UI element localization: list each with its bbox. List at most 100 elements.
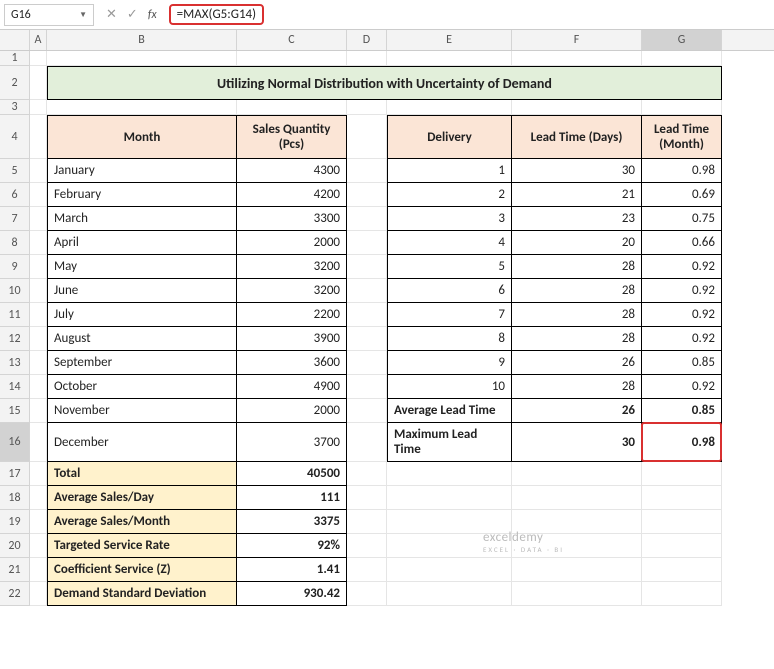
cell-qty[interactable]: 4200	[237, 183, 347, 207]
cell-delivery[interactable]: 7	[387, 303, 512, 327]
cell-leadmonth[interactable]: 0.75	[642, 207, 722, 231]
row-header[interactable]: 8	[0, 231, 30, 255]
cell-delivery[interactable]: 9	[387, 351, 512, 375]
row-header[interactable]: 15	[0, 399, 30, 423]
row-header[interactable]: 18	[0, 486, 30, 510]
enter-icon[interactable]: ✓	[127, 7, 138, 22]
cell-qty[interactable]: 4900	[237, 375, 347, 399]
cell-qty[interactable]: 4300	[237, 159, 347, 183]
cell-qty[interactable]: 2000	[237, 399, 347, 423]
cell-leadmonth[interactable]: 0.92	[642, 255, 722, 279]
cell-days[interactable]: 26	[512, 351, 642, 375]
col-header-a[interactable]: A	[30, 30, 47, 50]
summary-label[interactable]: Coefficient Service (Z)	[47, 558, 237, 582]
cell-month[interactable]: August	[47, 327, 237, 351]
cell-leadmonth[interactable]: 0.98	[642, 159, 722, 183]
cell-qty[interactable]: 3900	[237, 327, 347, 351]
col-header-f[interactable]: F	[512, 30, 642, 50]
row-header[interactable]: 22	[0, 582, 30, 606]
header-month[interactable]: Month	[47, 115, 237, 159]
cell-leadmonth[interactable]: 0.66	[642, 231, 722, 255]
row-header[interactable]: 6	[0, 183, 30, 207]
row-header[interactable]: 5	[0, 159, 30, 183]
cell-qty[interactable]: 3600	[237, 351, 347, 375]
cell-leadmonth[interactable]: 0.92	[642, 327, 722, 351]
chevron-down-icon[interactable]: ▼	[79, 10, 87, 20]
cell-qty[interactable]: 3200	[237, 255, 347, 279]
summary-label[interactable]: Targeted Service Rate	[47, 534, 237, 558]
cell-days[interactable]: 28	[512, 255, 642, 279]
cell-leadmonth[interactable]: 0.92	[642, 375, 722, 399]
cell-days[interactable]: 23	[512, 207, 642, 231]
cell-days[interactable]: 28	[512, 327, 642, 351]
cell-delivery[interactable]: 5	[387, 255, 512, 279]
cell-qty[interactable]: 3700	[237, 423, 347, 462]
cell-delivery[interactable]: 10	[387, 375, 512, 399]
max-lead-days[interactable]: 30	[512, 423, 642, 462]
formula-input[interactable]: =MAX(G5:G14)	[169, 7, 264, 22]
cell-delivery[interactable]: 3	[387, 207, 512, 231]
summary-value[interactable]: 930.42	[237, 582, 347, 606]
cell-month[interactable]: September	[47, 351, 237, 375]
row-header[interactable]: 13	[0, 351, 30, 375]
row-header[interactable]: 19	[0, 510, 30, 534]
cell-month[interactable]: April	[47, 231, 237, 255]
col-header-b[interactable]: B	[47, 30, 237, 50]
row-header[interactable]: 1	[0, 51, 30, 66]
cell-leadmonth[interactable]: 0.92	[642, 303, 722, 327]
summary-value[interactable]: 3375	[237, 510, 347, 534]
name-box[interactable]: G16 ▼	[4, 4, 94, 26]
cell-days[interactable]: 28	[512, 303, 642, 327]
row-header[interactable]: 10	[0, 279, 30, 303]
cell-delivery[interactable]: 6	[387, 279, 512, 303]
header-lead-days[interactable]: Lead Time (Days)	[512, 115, 642, 159]
cell-days[interactable]: 20	[512, 231, 642, 255]
row-header[interactable]: 11	[0, 303, 30, 327]
avg-lead-label[interactable]: Average Lead Time	[387, 399, 512, 423]
col-header-g[interactable]: G	[642, 30, 722, 50]
row-header[interactable]: 20	[0, 534, 30, 558]
cell-qty[interactable]: 2200	[237, 303, 347, 327]
cell-month[interactable]: March	[47, 207, 237, 231]
col-header-e[interactable]: E	[387, 30, 512, 50]
cell-month[interactable]: January	[47, 159, 237, 183]
summary-label[interactable]: Average Sales/Day	[47, 486, 237, 510]
cell-month[interactable]: July	[47, 303, 237, 327]
row-header[interactable]: 4	[0, 115, 30, 159]
row-header[interactable]: 2	[0, 66, 30, 100]
row-header[interactable]: 17	[0, 462, 30, 486]
summary-label[interactable]: Total	[47, 462, 237, 486]
max-lead-label[interactable]: Maximum Lead Time	[387, 423, 512, 462]
cancel-icon[interactable]: ✕	[106, 7, 117, 22]
summary-value[interactable]: 111	[237, 486, 347, 510]
header-lead-month[interactable]: Lead Time (Month)	[642, 115, 722, 159]
cell-month[interactable]: October	[47, 375, 237, 399]
col-header-c[interactable]: C	[237, 30, 347, 50]
cell-delivery[interactable]: 1	[387, 159, 512, 183]
avg-lead-days[interactable]: 26	[512, 399, 642, 423]
summary-value[interactable]: 1.41	[237, 558, 347, 582]
cell-days[interactable]: 21	[512, 183, 642, 207]
row-header[interactable]: 9	[0, 255, 30, 279]
cell-delivery[interactable]: 4	[387, 231, 512, 255]
cell-days[interactable]: 28	[512, 279, 642, 303]
cell-days[interactable]: 28	[512, 375, 642, 399]
row-header[interactable]: 16	[0, 423, 30, 462]
cell-month[interactable]: June	[47, 279, 237, 303]
cell-month[interactable]: December	[47, 423, 237, 462]
cell-qty[interactable]: 3300	[237, 207, 347, 231]
row-header[interactable]: 7	[0, 207, 30, 231]
cell-qty[interactable]: 3200	[237, 279, 347, 303]
cell-month[interactable]: May	[47, 255, 237, 279]
max-lead-month-selected[interactable]: 0.98	[642, 423, 722, 462]
cell-month[interactable]: November	[47, 399, 237, 423]
row-header[interactable]: 3	[0, 100, 30, 115]
fx-icon[interactable]: fx	[148, 8, 157, 22]
cell-leadmonth[interactable]: 0.85	[642, 351, 722, 375]
cell-leadmonth[interactable]: 0.69	[642, 183, 722, 207]
cell-delivery[interactable]: 8	[387, 327, 512, 351]
cell-qty[interactable]: 2000	[237, 231, 347, 255]
row-header[interactable]: 12	[0, 327, 30, 351]
summary-label[interactable]: Demand Standard Deviation	[47, 582, 237, 606]
title-cell[interactable]: Utilizing Normal Distribution with Uncer…	[47, 66, 722, 100]
